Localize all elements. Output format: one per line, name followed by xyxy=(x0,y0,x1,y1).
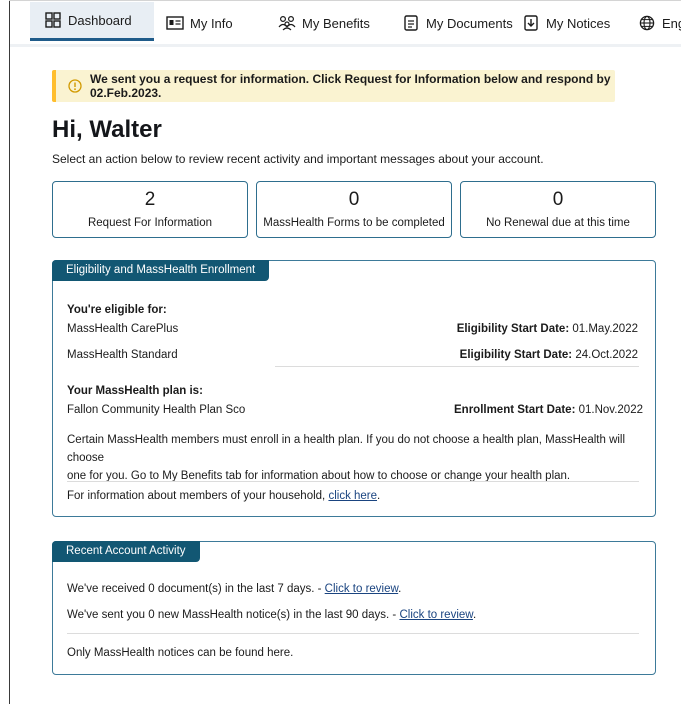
panel-title: Eligibility and MassHealth Enrollment xyxy=(52,260,270,281)
card-label: Request For Information xyxy=(87,217,212,229)
household-info: For information about members of your ho… xyxy=(67,490,381,502)
activity-footer: Only MassHealth notices can be found her… xyxy=(67,647,294,659)
documents-review-link[interactable]: Click to review xyxy=(325,583,399,595)
card-request-for-information[interactable]: 2 Request For Information xyxy=(52,181,248,238)
tab-my-notices[interactable]: My Notices xyxy=(522,2,610,44)
tab-label: Engl xyxy=(662,15,681,31)
tab-dashboard[interactable]: Dashboard xyxy=(30,2,154,41)
program-name: MassHealth CarePlus xyxy=(67,323,179,335)
divider xyxy=(275,366,639,367)
top-nav: Dashboard My Info My Benefits My Documen… xyxy=(10,2,681,44)
tab-label: My Benefits xyxy=(302,15,370,31)
program-name: MassHealth Standard xyxy=(67,349,178,361)
card-count: 2 xyxy=(144,189,156,210)
page-title: Hi, Walter xyxy=(52,116,162,143)
document-icon xyxy=(402,14,420,32)
tab-label: My Documents xyxy=(426,15,513,31)
program-start-date: Eligibility Start Date: 24.Oct.2022 xyxy=(459,349,638,361)
program-start-date: Eligibility Start Date: 01.May.2022 xyxy=(456,323,638,335)
card-label: MassHealth Forms to be completed xyxy=(263,217,445,229)
tab-label: My Info xyxy=(190,15,233,31)
notices-activity: We've sent you 0 new MassHealth notice(s… xyxy=(67,609,477,621)
nav-divider xyxy=(10,44,681,47)
page-subtitle: Select an action below to review recent … xyxy=(52,152,544,166)
notices-review-link[interactable]: Click to review xyxy=(399,609,473,621)
card-count: 0 xyxy=(348,189,360,210)
enrollment-start-date: Enrollment Start Date: 01.Nov.2022 xyxy=(454,404,643,416)
health-plan-notice: Certain MassHealth members must enroll i… xyxy=(67,434,626,482)
download-notice-icon xyxy=(522,14,540,32)
tab-my-benefits[interactable]: My Benefits xyxy=(278,2,370,44)
tab-label: My Notices xyxy=(546,15,611,31)
household-click-here-link[interactable]: click here xyxy=(328,490,377,502)
card-masshealth-forms[interactable]: 0 MassHealth Forms to be completed xyxy=(256,181,452,238)
rfi-alert: We sent you a request for information. C… xyxy=(52,70,615,102)
window-left-border xyxy=(9,0,10,704)
globe-icon xyxy=(638,14,656,32)
people-icon xyxy=(278,14,296,32)
card-renewal[interactable]: 0 No Renewal due at this time xyxy=(460,181,656,238)
tab-label: Dashboard xyxy=(68,12,132,28)
tab-language[interactable]: Engl xyxy=(638,2,681,44)
alert-text: We sent you a request for information. C… xyxy=(90,72,611,100)
divider xyxy=(67,633,639,634)
window-top-border xyxy=(9,0,681,1)
id-card-icon xyxy=(166,14,184,32)
card-label: No Renewal due at this time xyxy=(486,217,630,229)
recent-activity-panel: Recent Account Activity We've received 0… xyxy=(52,541,656,675)
eligibility-panel: Eligibility and MassHealth Enrollment Yo… xyxy=(52,260,656,517)
tab-my-documents[interactable]: My Documents xyxy=(402,2,513,44)
divider xyxy=(67,481,639,482)
plan-heading: Your MassHealth plan is: xyxy=(67,385,203,397)
documents-activity: We've received 0 document(s) in the last… xyxy=(67,583,402,595)
plan-name: Fallon Community Health Plan Sco xyxy=(67,404,246,416)
tab-my-info[interactable]: My Info xyxy=(166,2,233,44)
warning-circle-icon xyxy=(68,79,82,93)
panel-title: Recent Account Activity xyxy=(52,541,200,562)
card-count: 0 xyxy=(552,189,564,210)
eligible-heading: You're eligible for: xyxy=(67,304,167,316)
dashboard-grid-icon xyxy=(44,11,62,29)
